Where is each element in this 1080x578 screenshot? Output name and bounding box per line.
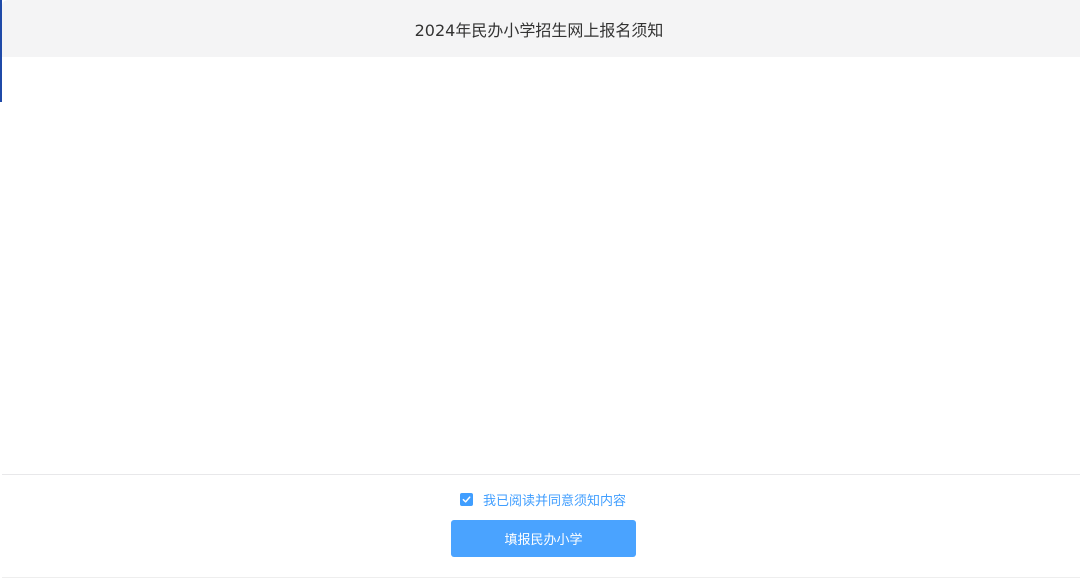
page: 2024年民办小学招生网上报名须知 我已阅读并同意须知内容 填报民办小学 [0,0,1080,578]
notice-dialog: 2024年民办小学招生网上报名须知 我已阅读并同意须知内容 填报民办小学 [2,0,1080,578]
check-icon [462,496,471,503]
agree-label: 我已阅读并同意须知内容 [483,494,627,509]
notice-content-area[interactable] [2,57,1080,474]
dialog-footer: 我已阅读并同意须知内容 填报民办小学 [2,474,1080,578]
agree-checkbox-row[interactable]: 我已阅读并同意须知内容 [460,490,626,509]
dialog-header: 2024年民办小学招生网上报名须知 [2,0,1080,57]
dialog-title: 2024年民办小学招生网上报名须知 [414,20,664,40]
agree-checkbox[interactable] [460,493,473,506]
fill-private-primary-button[interactable]: 填报民办小学 [451,520,636,557]
